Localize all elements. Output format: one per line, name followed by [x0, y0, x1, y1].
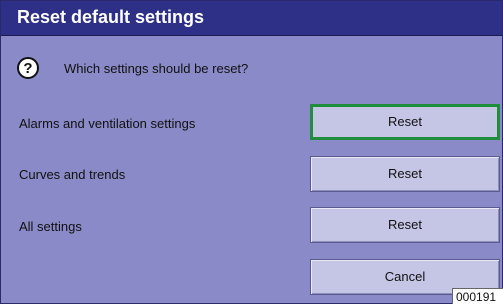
all-settings-label: All settings: [19, 219, 82, 234]
question-mark-glyph: ?: [23, 60, 33, 77]
question-text: Which settings should be reset?: [64, 61, 249, 76]
reset-alarms-ventilation-button[interactable]: Reset: [310, 104, 500, 140]
reset-settings-dialog: Reset default settings ? Which settings …: [0, 0, 503, 304]
reset-curves-trends-button[interactable]: Reset: [310, 156, 500, 192]
dialog-titlebar: Reset default settings: [1, 1, 502, 36]
question-mark-icon: ?: [17, 57, 39, 79]
alarms-ventilation-label: Alarms and ventilation settings: [19, 116, 196, 131]
curves-trends-label: Curves and trends: [19, 167, 126, 182]
reset-all-settings-button[interactable]: Reset: [310, 207, 500, 243]
figure-code: 000191: [452, 288, 503, 304]
dialog-title: Reset default settings: [17, 7, 205, 27]
